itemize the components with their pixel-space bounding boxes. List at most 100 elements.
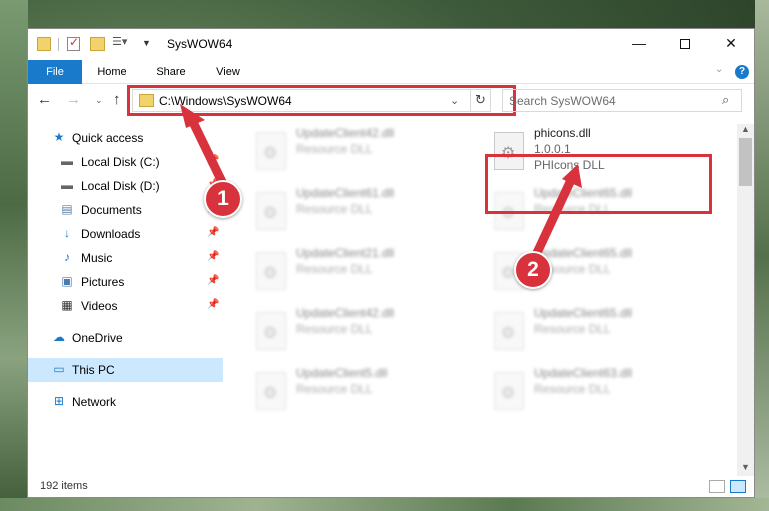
dll-file-icon [256,192,286,230]
list-item[interactable]: UpdateClient63.dll Resource DLL [484,364,704,416]
customize-icon[interactable]: ☰▾ [112,36,128,51]
dll-file-icon [494,312,524,350]
file-type: Resource DLL [296,382,373,396]
scroll-up-icon[interactable]: ▲ [741,124,750,134]
file-name: phicons.dll [534,126,591,140]
dll-file-icon [256,252,286,290]
explorer-window: ☰▾ ▼ SysWOW64 — ✕ File Home Share View ⌄… [27,28,755,498]
sidebar-item-documents[interactable]: ▤ Documents 📌 [28,198,223,222]
divider [58,38,59,51]
details-view-icon[interactable] [709,480,725,493]
sidebar-item-label: This PC [72,363,115,377]
pin-icon[interactable]: 📌 [207,155,219,166]
dll-file-icon [256,372,286,410]
file-name: UpdateClient21.dll [296,246,395,260]
expand-ribbon-icon[interactable]: ⌄ [715,64,723,75]
search-icon[interactable]: ⌕ [722,92,729,108]
videos-icon: ▦ [61,298,73,312]
close-button[interactable]: ✕ [708,29,754,60]
sidebar-item-local-disk-d[interactable]: ▬ Local Disk (D:) 📌 [28,174,223,198]
status-bar: 192 items [28,476,754,497]
pin-icon[interactable]: 📌 [207,227,219,238]
file-name: UpdateClient65.dll [534,306,633,320]
list-item[interactable]: UpdateClient42.dll Resource DLL [246,304,466,356]
music-icon: ♪ [64,250,70,264]
sidebar-item-music[interactable]: ♪ Music 📌 [28,246,223,270]
sidebar-item-local-disk-c[interactable]: ▬ Local Disk (C:) 📌 [28,150,223,174]
file-name: UpdateClient63.dll [534,366,633,380]
file-name: UpdateClient42.dll [296,126,395,140]
sidebar-item-label: Local Disk (D:) [81,179,160,193]
sidebar-item-label: Videos [81,299,118,313]
sidebar-item-network[interactable]: ⊞ Network [28,390,223,414]
file-highlight-box [485,154,712,214]
sidebar-item-pictures[interactable]: ▣ Pictures 📌 [28,270,223,294]
up-arrow-icon[interactable]: ↑ [113,91,121,108]
sidebar-item-this-pc[interactable]: ▭ This PC [28,358,223,382]
drive-icon: ▬ [61,154,73,168]
search-input[interactable]: Search SysWOW64 ⌕ [502,89,742,112]
minimize-button[interactable]: — [616,29,662,60]
maximize-icon [680,39,690,49]
tab-view[interactable]: View [206,60,250,84]
list-item[interactable]: UpdateClient61.dll Resource DLL [246,184,466,236]
file-type: Resource DLL [534,322,611,336]
item-count: 192 items [40,480,88,492]
sidebar-item-label: Documents [81,203,142,217]
sidebar-item-label: Quick access [72,131,144,145]
pin-icon[interactable]: 📌 [207,299,219,310]
computer-icon: ▭ [53,362,65,376]
sidebar-item-label: Downloads [81,227,141,241]
ribbon-tabs: File Home Share View ⌄ ? [28,60,754,84]
list-item[interactable]: UpdateClient65.dll Resource DLL [484,304,704,356]
sidebar-item-onedrive[interactable]: ☁ OneDrive [28,326,223,350]
navigation-bar: ← → ⌄ ↑ C:\Windows\SysWOW64 ⌄ ↻ Search S… [28,85,754,117]
sidebar-item-label: Network [72,395,117,409]
documents-icon: ▤ [61,202,73,216]
help-icon[interactable]: ? [735,65,749,79]
pictures-icon: ▣ [61,274,73,288]
file-type: Resource DLL [296,322,373,336]
sidebar-item-videos[interactable]: ▦ Videos 📌 [28,294,223,318]
sidebar-item-quick-access[interactable]: ★ Quick access [28,126,223,150]
back-arrow-icon[interactable]: ← [37,91,52,108]
properties-icon[interactable] [67,35,80,51]
list-item[interactable]: UpdateClient21.dll Resource DLL [246,244,466,296]
file-name: UpdateClient65.dll [534,246,633,260]
pin-icon[interactable]: 📌 [207,251,219,262]
list-item[interactable]: UpdateClient42.dll Resource DLL [246,124,466,176]
new-folder-icon[interactable] [90,37,105,51]
quick-access-dropdown-icon[interactable]: ▼ [142,38,151,52]
network-icon: ⊞ [53,394,65,408]
dll-file-icon [256,312,286,350]
folder-icon[interactable] [37,37,51,51]
pin-icon[interactable]: 📌 [207,275,219,286]
file-name: UpdateClient5.dll [296,366,388,380]
dll-file-icon [256,132,286,170]
maximize-button[interactable] [662,29,708,60]
drive-icon: ▬ [61,178,73,192]
sidebar-item-label: Pictures [81,275,125,289]
cloud-icon: ☁ [53,330,65,344]
star-icon: ★ [53,130,65,144]
sidebar-item-label: Local Disk (C:) [81,155,160,169]
desktop-background-right [755,0,769,511]
title-bar: ☰▾ ▼ SysWOW64 — ✕ [28,29,754,60]
scroll-down-icon[interactable]: ▼ [741,462,750,472]
tab-home[interactable]: Home [90,60,134,84]
large-icons-view-icon[interactable] [730,480,746,493]
tab-file[interactable]: File [28,60,82,84]
address-highlight-box [127,85,516,116]
recent-locations-icon[interactable]: ⌄ [95,95,103,106]
vertical-scrollbar[interactable]: ▲ ▼ [737,124,754,476]
file-type: Resource DLL [534,382,611,396]
sidebar-item-downloads[interactable]: ↓ Downloads 📌 [28,222,223,246]
scroll-thumb[interactable] [739,138,752,186]
list-item[interactable]: UpdateClient5.dll Resource DLL [246,364,466,416]
file-name: UpdateClient42.dll [296,306,395,320]
search-placeholder: Search SysWOW64 [509,94,616,108]
forward-arrow-icon[interactable]: → [66,91,81,108]
dll-file-icon [494,372,524,410]
file-type: Resource DLL [296,262,373,276]
tab-share[interactable]: Share [149,60,193,84]
